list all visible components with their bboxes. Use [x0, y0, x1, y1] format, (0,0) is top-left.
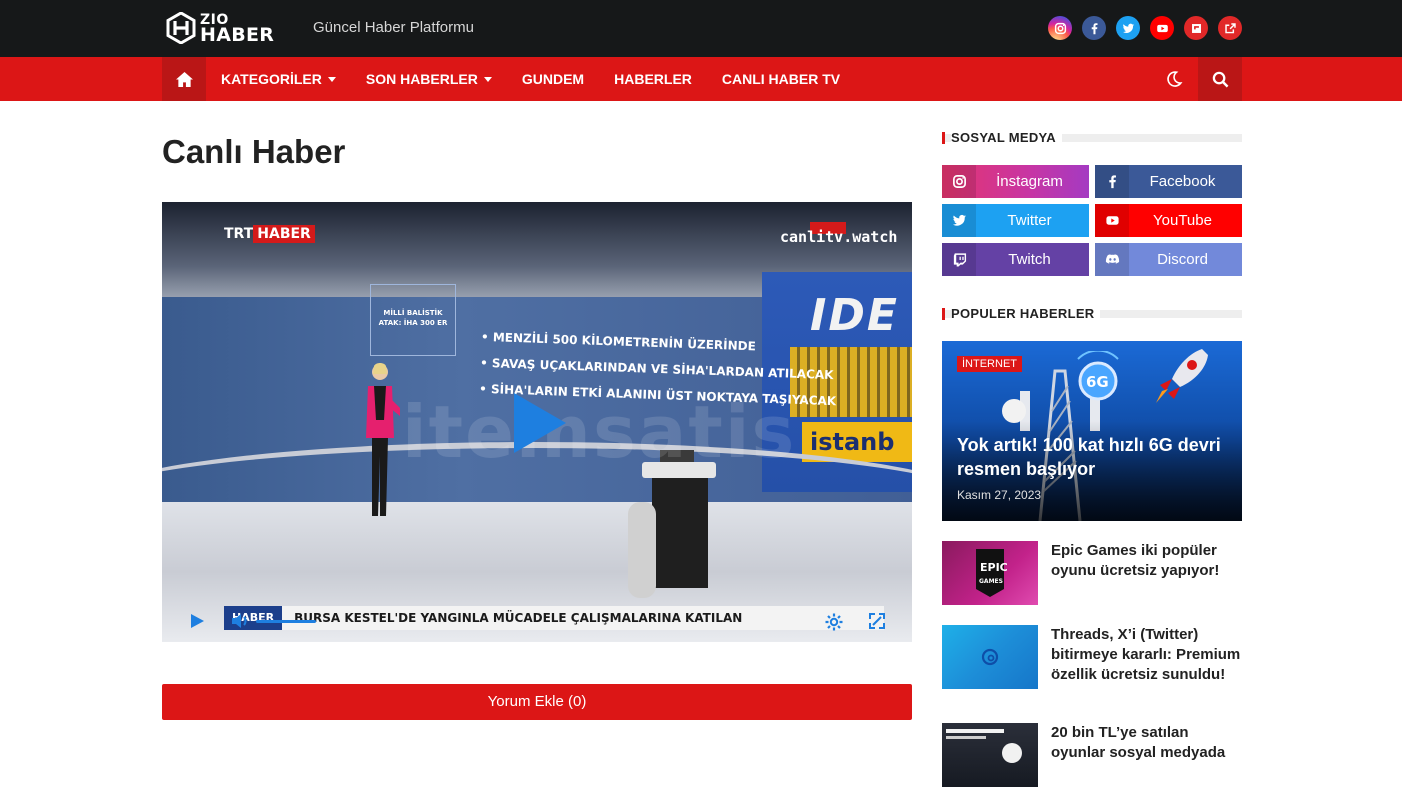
social-button-label: İnstagram — [996, 173, 1063, 190]
moon-icon[interactable] — [1164, 69, 1184, 89]
header-social-links — [1048, 16, 1242, 40]
video-graphic-box-text: MİLLİ BALİSTİK ATAK: İHA 300 ER — [378, 309, 448, 327]
threads-logo-image — [981, 648, 999, 666]
video-channel-logo: TRT HABER — [224, 225, 315, 243]
popular-post-item[interactable]: EPIC GAMES Epic Games iki popüler oyunu … — [942, 541, 1242, 605]
svg-text:6G: 6G — [1086, 373, 1109, 391]
post-title[interactable]: 20 bin TL’ye satılan oyunlar sosyal medy… — [1051, 723, 1242, 763]
site-tagline: Güncel Haber Platformu — [313, 19, 474, 36]
caret-down-icon — [483, 76, 492, 82]
video-presenter-figure — [366, 363, 400, 516]
social-button-label: Facebook — [1149, 173, 1216, 190]
featured-post-category-badge[interactable]: İNTERNET — [957, 356, 1022, 372]
popular-post-item[interactable]: Threads, X’i (Twitter) bitirmeye kararlı… — [942, 625, 1242, 689]
logo-line2: HABER — [200, 24, 275, 46]
nav-item-label: CANLI HABER TV — [721, 71, 841, 87]
nav-item-son-haberler[interactable]: SON HABERLER — [366, 71, 492, 87]
nav-item-kategoriler[interactable]: KATEGORİLER — [221, 71, 336, 87]
post-thumbnail[interactable] — [942, 625, 1038, 689]
social-button-label: Discord — [1157, 251, 1208, 268]
external-link-icon[interactable] — [1218, 16, 1242, 40]
discord-icon — [1095, 243, 1129, 276]
popular-widget-header: POPULER HABERLER — [942, 306, 1242, 321]
nav-item-label: HABERLER — [614, 71, 692, 87]
logo-text: ZIO HABER — [200, 13, 275, 46]
svg-text:GAMES: GAMES — [979, 578, 1003, 585]
epic-games-logo-image: EPIC GAMES — [976, 549, 1008, 597]
video-channel-logo-a: TRT — [224, 226, 254, 242]
social-button-facebook[interactable]: Facebook — [1095, 165, 1242, 198]
game-store-image — [946, 729, 1022, 763]
home-icon — [175, 71, 193, 87]
social-widget-header: SOSYAL MEDYA — [942, 130, 1242, 145]
add-comment-button[interactable]: Yorum Ekle (0) — [162, 684, 912, 720]
instagram-icon — [942, 165, 976, 198]
video-controls — [162, 602, 912, 642]
page-title: Canlı Haber — [162, 133, 346, 170]
featured-post[interactable]: 6G İNTERNET Yok artık! 100 kat hızlı 6G … — [942, 341, 1242, 521]
nav-menu: KATEGORİLER SON HABERLER GUNDEM HABERLER… — [221, 57, 870, 101]
popular-widget-title: POPULER HABERLER — [951, 306, 1101, 321]
social-button-label: Twitter — [1007, 212, 1052, 229]
video-backdrop-text: IDE — [810, 290, 899, 341]
post-title[interactable]: Threads, X’i (Twitter) bitirmeye kararlı… — [1051, 625, 1242, 685]
video-source-watermark: canlitv.watch — [780, 228, 898, 246]
nav-item-haberler[interactable]: HABERLER — [614, 71, 692, 87]
caret-down-icon — [327, 76, 336, 82]
nav-item-label: KATEGORİLER — [221, 71, 322, 87]
rocket-image — [1156, 349, 1208, 403]
social-button-twitter[interactable]: Twitter — [942, 204, 1089, 237]
social-widget-title: SOSYAL MEDYA — [951, 130, 1062, 145]
play-icon[interactable] — [188, 612, 206, 630]
site-logo[interactable]: ZIO HABER — [166, 11, 274, 45]
nav-item-canli-haber-tv[interactable]: CANLI HABER TV — [722, 71, 840, 87]
youtube-icon — [1095, 204, 1129, 237]
search-icon — [1212, 71, 1228, 87]
nav-item-gundem[interactable]: GUNDEM — [522, 71, 584, 87]
featured-post-date: Kasım 27, 2023 — [957, 488, 1042, 502]
home-button[interactable] — [162, 57, 206, 101]
twitch-icon — [942, 243, 976, 276]
search-button[interactable] — [1198, 57, 1242, 101]
volume-slider[interactable] — [256, 620, 316, 623]
settings-gear-icon[interactable] — [824, 612, 844, 632]
social-button-twitch[interactable]: Twitch — [942, 243, 1089, 276]
volume-icon[interactable] — [230, 612, 250, 630]
nav-item-label: SON HABERLER — [365, 71, 478, 87]
svg-text:EPIC: EPIC — [980, 561, 1008, 574]
featured-post-title[interactable]: Yok artık! 100 kat hızlı 6G devri resmen… — [957, 433, 1237, 481]
social-button-label: YouTube — [1153, 212, 1212, 229]
widget-header-accent — [942, 132, 945, 144]
facebook-icon[interactable] — [1082, 16, 1106, 40]
video-play-overlay-icon[interactable] — [514, 393, 566, 453]
main-navigation: KATEGORİLER SON HABERLER GUNDEM HABERLER… — [0, 57, 1402, 101]
social-button-instagram[interactable]: İnstagram — [942, 165, 1089, 198]
twitter-icon[interactable] — [1116, 16, 1140, 40]
logo-hexagon-icon — [166, 12, 196, 44]
youtube-icon[interactable] — [1150, 16, 1174, 40]
nav-item-label: GUNDEM — [521, 71, 585, 87]
facebook-icon — [1095, 165, 1129, 198]
fullscreen-icon[interactable] — [868, 612, 886, 630]
live-video-player[interactable]: IDE istanb MİLLİ BALİSTİK ATAK: İHA 300 … — [162, 202, 912, 642]
video-channel-logo-b: HABER — [253, 225, 315, 243]
post-thumbnail[interactable] — [942, 723, 1038, 787]
twitter-icon — [942, 204, 976, 237]
flipboard-icon[interactable] — [1184, 16, 1208, 40]
social-button-youtube[interactable]: YouTube — [1095, 204, 1242, 237]
post-title[interactable]: Epic Games iki popüler oyunu ücretsiz ya… — [1051, 541, 1242, 581]
top-bar: ZIO HABER Güncel Haber Platformu — [0, 0, 1402, 57]
social-button-label: Twitch — [1008, 251, 1051, 268]
widget-header-accent — [942, 308, 945, 320]
popular-post-item[interactable]: 20 bin TL’ye satılan oyunlar sosyal medy… — [942, 723, 1242, 787]
instagram-icon[interactable] — [1048, 16, 1072, 40]
post-thumbnail[interactable]: EPIC GAMES — [942, 541, 1038, 605]
video-watermark: itemsatis — [402, 390, 797, 474]
social-button-discord[interactable]: Discord — [1095, 243, 1242, 276]
